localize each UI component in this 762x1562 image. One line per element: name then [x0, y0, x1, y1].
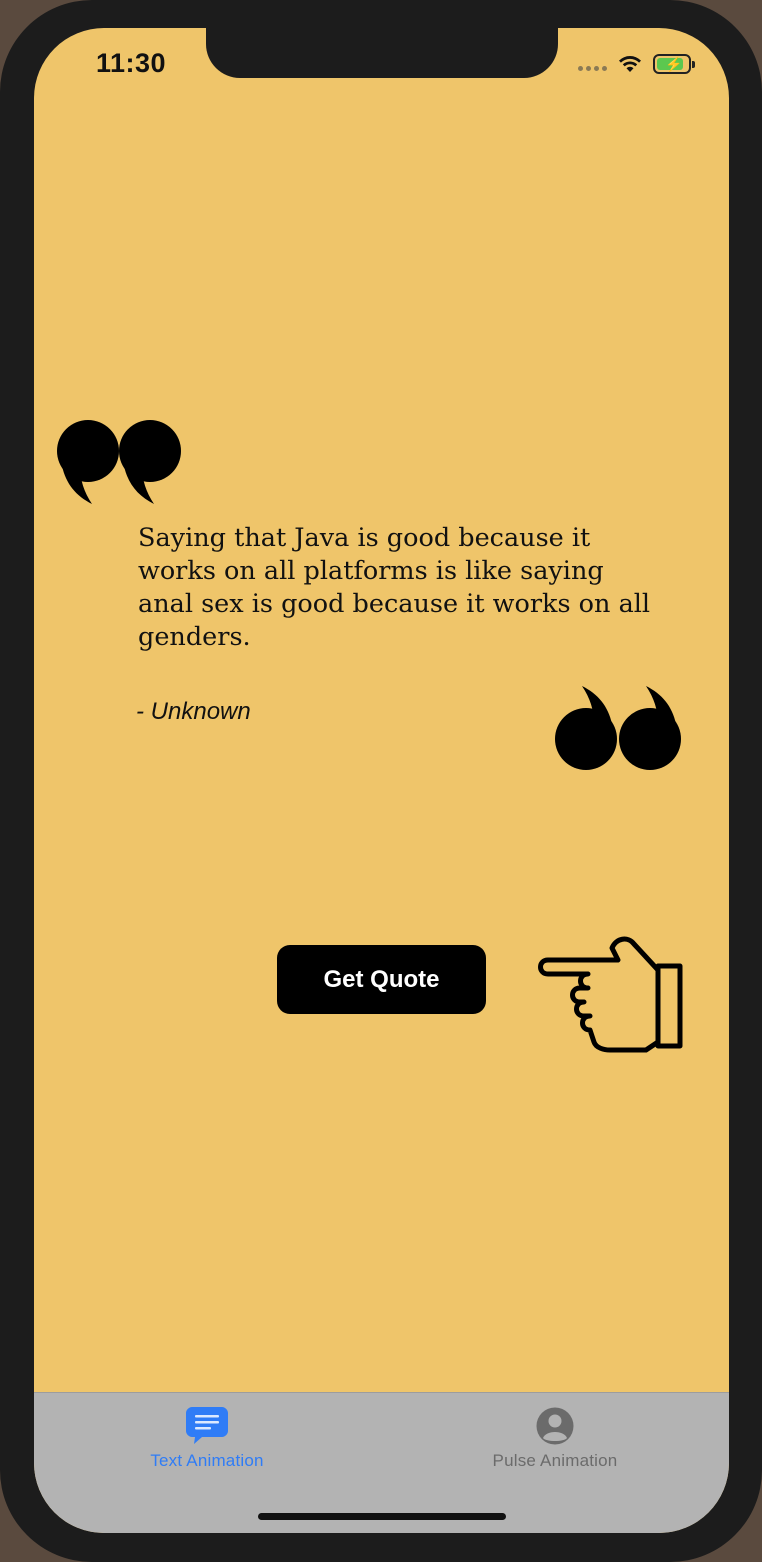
close-quote-icon [555, 686, 681, 770]
tab-label-pulse-animation: Pulse Animation [492, 1451, 618, 1470]
app-screen: 11:30 ⚡ Saying that Java is good because… [34, 28, 729, 1533]
tab-text-animation[interactable]: Text Animation [107, 1407, 307, 1471]
wifi-icon [619, 56, 641, 72]
person-circle-icon [536, 1407, 574, 1445]
message-icon [186, 1407, 228, 1444]
status-icons: ⚡ [578, 54, 695, 74]
tab-bar: Text Animation Pulse Animation [34, 1392, 729, 1533]
quote-text: Saying that Java is good because it work… [138, 523, 651, 652]
cellular-signal-icon [578, 65, 607, 71]
get-quote-button[interactable]: Get Quote [277, 945, 486, 1014]
tab-label-text-animation: Text Animation [150, 1451, 264, 1470]
tab-pulse-animation[interactable]: Pulse Animation [455, 1407, 655, 1471]
open-quote-icon [57, 420, 181, 504]
pointing-hand-icon [538, 936, 683, 1053]
status-time: 11:30 [96, 48, 167, 78]
home-indicator [258, 1513, 506, 1520]
notch [206, 28, 558, 78]
battery-charging-icon: ⚡ [653, 54, 695, 74]
quote-author: - Unknown [136, 698, 251, 725]
phone-frame: 11:30 ⚡ Saying that Java is good because… [0, 0, 762, 1562]
